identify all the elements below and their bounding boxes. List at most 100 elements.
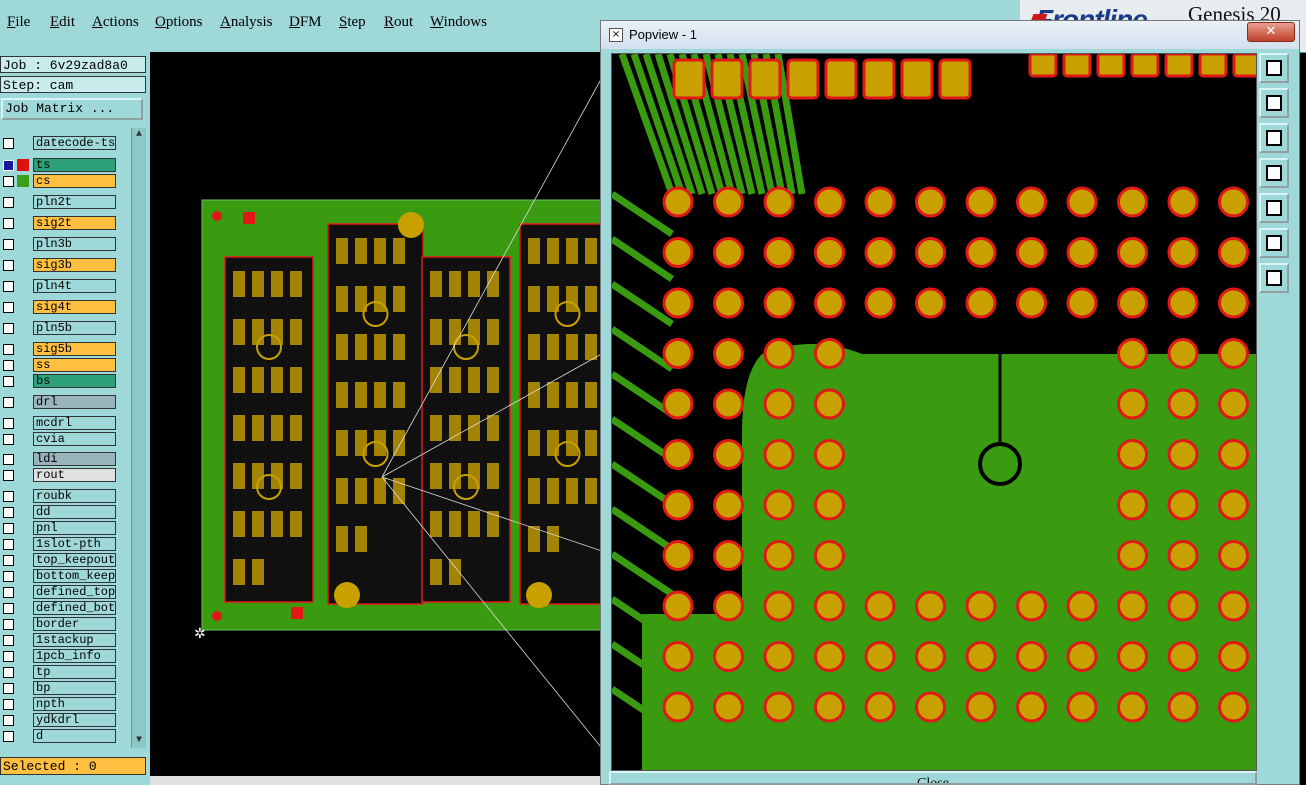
layer-name[interactable]: cvia	[33, 432, 116, 446]
layer-name[interactable]: pln5b	[33, 321, 116, 335]
layer-name[interactable]: npth	[33, 697, 116, 711]
layer-name[interactable]: sig5b	[33, 342, 116, 356]
layer-name[interactable]: defined_topm	[33, 585, 116, 599]
layer-row[interactable]: 1pcb_info	[0, 649, 118, 664]
layer-color-swatch[interactable]	[17, 159, 29, 171]
layer-checkbox[interactable]	[3, 651, 14, 662]
layer-checkbox[interactable]	[3, 619, 14, 630]
layer-name[interactable]: sig3b	[33, 258, 116, 272]
layer-name[interactable]: cs	[33, 174, 116, 188]
layer-row[interactable]: sig5b	[0, 342, 118, 357]
layer-checkbox[interactable]	[3, 715, 14, 726]
layer-checkbox[interactable]	[3, 323, 14, 334]
layer-row[interactable]: pln2t	[0, 195, 118, 210]
layer-name[interactable]: ts	[33, 158, 116, 172]
layer-name[interactable]: pln2t	[33, 195, 116, 209]
menu-options[interactable]: Options	[155, 14, 203, 31]
layer-row[interactable]: npth	[0, 697, 118, 712]
layer-checkbox[interactable]	[3, 470, 14, 481]
layer-checkbox[interactable]	[3, 138, 14, 149]
layer-checkbox[interactable]	[3, 731, 14, 742]
layer-row[interactable]: sig2t	[0, 216, 118, 231]
layer-row[interactable]: pln4t	[0, 279, 118, 294]
layer-checkbox[interactable]	[3, 176, 14, 187]
layer-checkbox[interactable]	[3, 555, 14, 566]
close-window-button[interactable]: ✕	[1247, 22, 1295, 42]
layer-name[interactable]: bp	[33, 681, 116, 695]
layer-row[interactable]: defined_topm	[0, 585, 118, 600]
layer-name[interactable]: ydkdrl	[33, 713, 116, 727]
layer-checkbox[interactable]	[3, 260, 14, 271]
layer-checkbox[interactable]	[3, 218, 14, 229]
layer-list-scrollbar[interactable]: ▲ ▼	[131, 128, 146, 748]
layer-name[interactable]: defined_bott	[33, 601, 116, 615]
scroll-down-icon[interactable]: ▼	[132, 734, 146, 748]
layer-color-swatch[interactable]	[17, 175, 29, 187]
layer-name[interactable]: sig2t	[33, 216, 116, 230]
layer-name[interactable]: bs	[33, 374, 116, 388]
layer-checkbox[interactable]	[3, 523, 14, 534]
layer-row[interactable]: pnl	[0, 521, 118, 536]
pan-left-button[interactable]	[1259, 158, 1289, 188]
layer-row[interactable]: ss	[0, 358, 118, 373]
layer-name[interactable]: dd	[33, 505, 116, 519]
layer-row[interactable]: pln5b	[0, 321, 118, 336]
layer-checkbox[interactable]	[3, 491, 14, 502]
scroll-up-icon[interactable]: ▲	[132, 128, 146, 142]
layer-checkbox[interactable]	[3, 587, 14, 598]
job-matrix-button[interactable]: Job Matrix ...	[1, 98, 143, 120]
layer-row[interactable]: 1stackup	[0, 633, 118, 648]
layer-checkbox[interactable]	[3, 603, 14, 614]
layer-checkbox[interactable]	[3, 160, 14, 171]
layer-name[interactable]: pnl	[33, 521, 116, 535]
layer-name[interactable]: ss	[33, 358, 116, 372]
contract-button[interactable]	[1259, 263, 1289, 293]
layer-name[interactable]: top_keepout	[33, 553, 116, 567]
layer-row[interactable]: 1slot-pth	[0, 537, 118, 552]
layer-checkbox[interactable]	[3, 635, 14, 646]
layer-row[interactable]: d	[0, 729, 118, 744]
expand-button[interactable]	[1259, 228, 1289, 258]
layer-row[interactable]: cs	[0, 174, 118, 189]
layer-checkbox[interactable]	[3, 571, 14, 582]
menu-dfm[interactable]: DFM	[289, 14, 322, 31]
layer-checkbox[interactable]	[3, 434, 14, 445]
layer-name[interactable]: sig4t	[33, 300, 116, 314]
menu-windows[interactable]: Windows	[430, 14, 487, 31]
layer-checkbox[interactable]	[3, 376, 14, 387]
layer-checkbox[interactable]	[3, 507, 14, 518]
layer-name[interactable]: bottom_keepo	[33, 569, 116, 583]
menu-rout[interactable]: Rout	[384, 14, 413, 31]
layer-name[interactable]: datecode-ts	[33, 136, 116, 150]
layer-name[interactable]: tp	[33, 665, 116, 679]
graphic-canvas[interactable]: ✲	[150, 52, 605, 776]
layer-row[interactable]: cvia	[0, 432, 118, 447]
layer-name[interactable]: roubk	[33, 489, 116, 503]
menu-file[interactable]: File	[7, 14, 30, 31]
layer-row[interactable]: drl	[0, 395, 118, 410]
layer-row[interactable]: ldi	[0, 452, 118, 467]
layer-row[interactable]: sig4t	[0, 300, 118, 315]
layer-name[interactable]: 1stackup	[33, 633, 116, 647]
layer-name[interactable]: drl	[33, 395, 116, 409]
layer-checkbox[interactable]	[3, 539, 14, 550]
layer-row[interactable]: border	[0, 617, 118, 632]
layer-checkbox[interactable]	[3, 397, 14, 408]
layer-row[interactable]: bottom_keepo	[0, 569, 118, 584]
layer-name[interactable]: pln3b	[33, 237, 116, 251]
layer-checkbox[interactable]	[3, 699, 14, 710]
layer-checkbox[interactable]	[3, 683, 14, 694]
menu-step[interactable]: Step	[339, 14, 366, 31]
layer-name[interactable]: rout	[33, 468, 116, 482]
layer-name[interactable]: border	[33, 617, 116, 631]
layer-name[interactable]: d	[33, 729, 116, 743]
layer-row[interactable]: ts	[0, 158, 118, 173]
menu-analysis[interactable]: Analysis	[220, 14, 273, 31]
layer-row[interactable]: sig3b	[0, 258, 118, 273]
layer-checkbox[interactable]	[3, 454, 14, 465]
zoom-out-button[interactable]	[1259, 123, 1289, 153]
layer-row[interactable]: bs	[0, 374, 118, 389]
menu-actions[interactable]: Actions	[92, 14, 139, 31]
popview-titlebar[interactable]: × Popview - 1 ✕	[601, 21, 1299, 49]
layer-name[interactable]: pln4t	[33, 279, 116, 293]
